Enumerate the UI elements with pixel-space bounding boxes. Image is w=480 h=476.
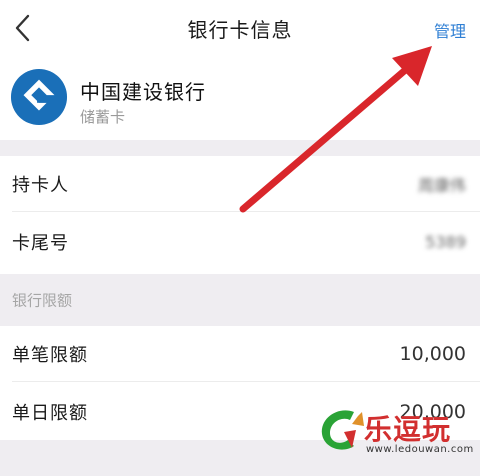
row-divider [12,211,480,212]
holder-value: 周康伟 [417,176,466,195]
nav-header: 银行卡信息 管理 [0,0,480,58]
card-tail-value: 5389 [425,232,466,252]
holder-label: 持卡人 [12,175,69,196]
holder-row: 持卡人 周康伟 [0,156,480,212]
card-type: 储蓄卡 [80,108,126,126]
row-divider [12,381,480,382]
card-tail-row: 卡尾号 5389 [0,214,480,270]
bank-summary: 中国建设银行 储蓄卡 [0,58,480,140]
page-title: 银行卡信息 [187,18,293,42]
single-limit-value: 10,000 [399,343,466,365]
ccb-logo-icon [10,68,68,126]
watermark-title: 乐逗玩 [364,413,452,446]
limits-section-title: 银行限额 [12,291,73,310]
limits-section-header: 银行限额 [0,274,480,326]
bank-name: 中国建设银行 [80,80,206,104]
watermark-url: www.ledouwan.com [366,444,474,455]
section-gap [0,140,480,156]
card-tail-label: 卡尾号 [12,233,69,254]
manage-button[interactable]: 管理 [434,18,466,42]
single-limit-row: 单笔限额 10,000 [0,326,480,382]
daily-limit-label: 单日限额 [12,403,88,424]
ledouwan-logo-icon [321,410,364,450]
watermark: 乐逗玩 www.ledouwan.com [314,402,474,472]
single-limit-label: 单笔限额 [12,345,88,366]
bank-card-info-screen: 银行卡信息 管理 中国建设银行 储蓄卡 持卡人 周康伟 卡尾号 5389 银行限… [0,0,480,476]
